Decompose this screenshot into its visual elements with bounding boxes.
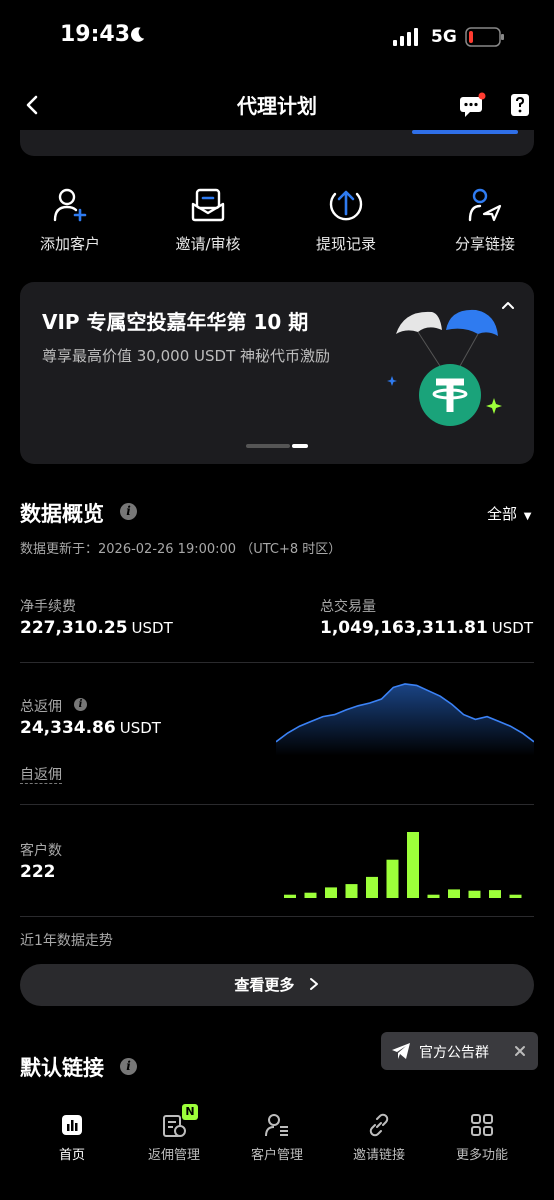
default-link-info-icon[interactable]: i	[120, 1058, 137, 1075]
home-icon	[62, 1115, 82, 1135]
nav-rebate-label: 返佣管理	[147, 1148, 200, 1163]
total-volume-label: 总交易量	[320, 599, 376, 615]
customer-bar	[304, 892, 317, 898]
divider	[20, 804, 534, 805]
nav-more-label: 更多功能	[455, 1148, 508, 1163]
nav-customers-label: 客户管理	[250, 1148, 303, 1163]
nav-customers[interactable]: 客户管理	[227, 1112, 327, 1163]
nav-home-label: 首页	[58, 1148, 85, 1163]
close-icon[interactable]	[514, 1045, 526, 1057]
view-more-label: 查看更多	[234, 976, 295, 994]
share-link-label: 分享链接	[454, 235, 515, 253]
airdrop-parachute-icon	[387, 309, 502, 426]
customer-bar	[366, 876, 378, 898]
share-link-button[interactable]: 分享链接	[425, 186, 545, 254]
top-card	[20, 130, 534, 156]
total-rebate-unit: USDT	[119, 719, 161, 737]
customers-bar-chart	[284, 832, 522, 898]
add-customer-label: 添加客户	[39, 235, 100, 253]
total-rebate-value: 24,334.86 USDT	[20, 718, 161, 738]
customer-bar	[407, 832, 419, 898]
self-rebate-label: 自返佣	[20, 767, 62, 784]
withdraw-icon	[329, 190, 363, 221]
caret-down-icon: ▼	[523, 511, 532, 522]
message-icon[interactable]	[458, 92, 486, 118]
banner-subtitle: 尊享最高价值 30,000 USDT 神秘代币激励	[42, 347, 331, 365]
default-link-title: 默认链接	[20, 1056, 104, 1080]
customer-bar	[386, 859, 399, 898]
customer-bar	[468, 890, 481, 898]
battery-icon	[465, 27, 504, 47]
invite-review-label: 邀请/审核	[175, 235, 241, 253]
toast-label: 官方公告群	[419, 1045, 489, 1061]
new-badge: N	[182, 1104, 198, 1120]
total-volume-unit: USDT	[491, 619, 533, 637]
promo-banner[interactable]: VIP 专属空投嘉年华第 10 期 尊享最高价值 30,000 USDT 神秘代…	[20, 282, 534, 464]
net-fee-label: 净手续费	[20, 599, 76, 615]
more-icon	[471, 1114, 493, 1136]
net-fee-number: 227,310.25	[20, 618, 128, 638]
customer-bar	[509, 894, 522, 898]
trend-note: 近1年数据走势	[20, 933, 113, 949]
self-rebate-link[interactable]: 自返佣	[20, 764, 62, 784]
nav-rebate[interactable]: 返佣管理 N	[124, 1104, 224, 1163]
collapse-banner-icon[interactable]	[500, 298, 516, 312]
updated-time: 数据更新于：2026-02-26 19:00:00 （UTC+8 时区）	[20, 542, 342, 557]
net-fee-unit: USDT	[131, 619, 173, 637]
filter-label: 全部	[487, 505, 518, 523]
add-customer-button[interactable]: 添加客户	[10, 186, 130, 254]
customer-bar	[325, 887, 337, 898]
total-rebate-label: 总返佣	[20, 699, 62, 715]
moon-icon	[131, 27, 145, 42]
customer-bar	[284, 894, 296, 898]
nav-more[interactable]: 更多功能	[432, 1112, 532, 1163]
add-user-icon	[53, 188, 87, 222]
status-time: 19:43	[60, 22, 131, 47]
nav-invite-link[interactable]: 邀请链接	[329, 1112, 429, 1163]
withdraw-record-label: 提现记录	[315, 235, 376, 253]
total-volume-value: 1,049,163,311.81 USDT	[320, 618, 533, 638]
customer-bar	[489, 890, 501, 898]
banner-pagination	[246, 444, 308, 448]
nav-invite-link-label: 邀请链接	[352, 1148, 405, 1163]
total-rebate-number: 24,334.86	[20, 718, 116, 738]
telegram-icon	[392, 1043, 410, 1059]
customer-bar	[427, 894, 440, 898]
signal-icon	[393, 28, 418, 46]
nav-home[interactable]: 首页	[22, 1112, 122, 1163]
chevron-right-icon	[309, 978, 318, 990]
customer-bar	[345, 884, 358, 898]
divider	[20, 916, 534, 917]
announcement-toast[interactable]: 官方公告群	[381, 1032, 538, 1070]
invite-review-icon	[191, 188, 225, 222]
invite-review-button[interactable]: 邀请/审核	[148, 186, 268, 254]
banner-title: VIP 专属空投嘉年华第 10 期	[42, 310, 309, 334]
rebate-trend-sparkline	[276, 683, 534, 756]
customers-icon	[265, 1114, 288, 1137]
view-more-button[interactable]: 查看更多	[20, 964, 534, 1006]
share-link-icon	[468, 188, 502, 222]
net-fee-value: 227,310.25 USDT	[20, 618, 173, 638]
link-icon	[369, 1113, 389, 1137]
rebate-info-icon[interactable]: i	[74, 698, 87, 711]
total-volume-number: 1,049,163,311.81	[320, 618, 488, 638]
network-label: 5G	[431, 27, 457, 47]
overview-filter[interactable]: 全部 ▼	[487, 503, 532, 524]
rules-icon[interactable]	[508, 92, 532, 118]
withdraw-record-button[interactable]: 提现记录	[286, 186, 406, 254]
info-icon[interactable]: i	[120, 503, 137, 520]
customer-bar	[448, 889, 460, 898]
overview-title: 数据概览	[20, 502, 104, 526]
customers-value: 222	[20, 862, 56, 882]
divider	[20, 662, 534, 663]
customers-label: 客户数	[20, 843, 62, 859]
